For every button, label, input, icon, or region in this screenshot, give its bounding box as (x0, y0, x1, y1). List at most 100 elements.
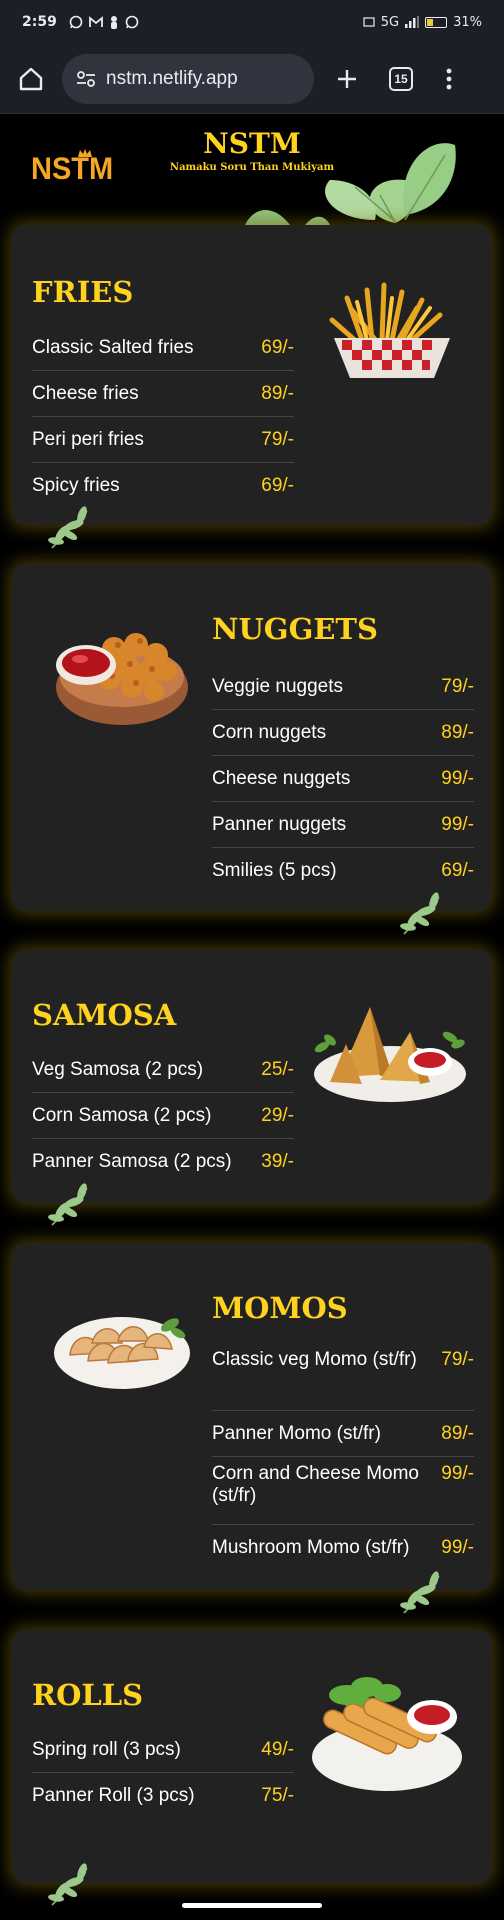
section-title: ROLLS (32, 1678, 144, 1712)
menu-item[interactable]: Peri peri fries 79/- (32, 417, 294, 463)
item-name: Corn Samosa (2 pcs) (32, 1104, 212, 1126)
menu-item[interactable]: Smilies (5 pcs) 69/- (212, 848, 474, 894)
menu-item[interactable]: Mushroom Momo (st/fr) 99/- (212, 1525, 474, 1571)
item-name: Panner nuggets (212, 813, 347, 835)
new-tab-button[interactable] (330, 62, 364, 96)
menu-item[interactable]: Spring roll (3 pcs) 49/- (32, 1727, 294, 1773)
menu-item[interactable]: Corn and Cheese Momo (st/fr) 99/- (212, 1457, 474, 1525)
menu-item[interactable]: Panner Momo (st/fr) 89/- (212, 1411, 474, 1457)
section-title: MOMOS (212, 1291, 348, 1325)
item-price: 99/- (441, 1463, 474, 1484)
item-name: Mushroom Momo (st/fr) (212, 1537, 410, 1558)
menu-item[interactable]: Classic Salted fries 69/- (32, 325, 294, 371)
menu-list: Spring roll (3 pcs) 49/- Panner Roll (3 p… (32, 1727, 294, 1819)
menu-item[interactable]: Corn nuggets 89/- (212, 710, 474, 756)
home-icon (19, 67, 43, 90)
section-title: SAMOSA (32, 998, 177, 1032)
menu-item[interactable]: Panner nuggets 99/- (212, 802, 474, 848)
menu-card-momos: MOMOS Classic veg Momo (st/fr) 79/- Panne… (12, 1243, 492, 1614)
status-bar: 2:59 5G 31% (0, 0, 504, 44)
item-price: 69/- (261, 475, 294, 496)
signal-icon (405, 16, 420, 28)
item-name: Corn and Cheese Momo (st/fr) (212, 1463, 419, 1506)
item-price: 89/- (441, 721, 474, 743)
item-price: 99/- (441, 813, 474, 835)
menu-item[interactable]: Veggie nuggets 79/- (212, 664, 474, 710)
menu-item[interactable]: Panner Roll (3 pcs) 75/- (32, 1773, 294, 1819)
menu-button[interactable] (432, 62, 466, 96)
network-type: 5G (380, 14, 400, 30)
menu-item[interactable]: Panner Samosa (2 pcs) 39/- (32, 1139, 294, 1185)
site-settings-icon[interactable] (76, 70, 96, 88)
system-status: 5G 31% (363, 15, 482, 30)
item-name: Veg Samosa (2 pcs) (32, 1058, 204, 1080)
item-price: 79/- (441, 1349, 474, 1370)
whatsapp-icon (125, 15, 139, 29)
menu-item[interactable]: Classic veg Momo (st/fr) 79/- (212, 1343, 474, 1411)
samosa-image (314, 1007, 466, 1102)
item-name: Spring roll (3 pcs) (32, 1738, 181, 1760)
gmail-icon (88, 16, 103, 27)
leaf-sprig-decoration (48, 1863, 88, 1906)
browser-toolbar: nstm.netlify.app 15 (0, 44, 504, 114)
person-alert-icon (110, 16, 117, 29)
item-name: Peri peri fries (32, 428, 144, 450)
menu-list: Veggie nuggets 79/- Corn nuggets 89/- Chee… (212, 664, 474, 894)
leaf-sprig-decoration (48, 1183, 88, 1226)
item-name: Cheese nuggets (212, 767, 351, 789)
leaf-sprig-decoration (400, 1571, 440, 1614)
spring-rolls-image (312, 1677, 462, 1791)
status-time: 2:59 (22, 14, 57, 30)
momos-image (54, 1317, 190, 1389)
item-price: 99/- (441, 767, 474, 789)
item-price: 75/- (261, 1785, 294, 1806)
section-title: NUGGETS (212, 612, 378, 646)
battery-icon (425, 16, 448, 28)
item-price: 29/- (261, 1104, 294, 1126)
menu-card-samosa: SAMOSA Veg Samosa (2 pcs) 25/- Corn Samos… (12, 950, 492, 1226)
item-name: Corn nuggets (212, 721, 327, 743)
tab-switcher-button[interactable]: 15 (384, 62, 418, 96)
item-price: 69/- (441, 860, 474, 881)
menu-list: Classic veg Momo (st/fr) 79/- Panner Momo… (212, 1343, 474, 1571)
item-price: 79/- (441, 675, 474, 697)
menu-item[interactable]: Veg Samosa (2 pcs) 25/- (32, 1047, 294, 1093)
volte-icon (363, 17, 375, 27)
menu-list: Classic Salted fries 69/- Cheese fries 89/… (32, 325, 294, 509)
leaf-sprig-decoration (400, 892, 440, 935)
item-name: Panner Momo (st/fr) (212, 1422, 381, 1444)
menu-item[interactable]: Corn Samosa (2 pcs) 29/- (32, 1093, 294, 1139)
whatsapp-icon (69, 15, 83, 29)
item-name: Panner Roll (3 pcs) (32, 1785, 195, 1806)
home-button[interactable] (14, 62, 48, 96)
menu-card-rolls: ROLLS Spring roll (3 pcs) 49/- Panner Rol… (12, 1630, 492, 1906)
item-name: Cheese fries (32, 382, 139, 404)
menu-card-fries: FRIES Classic Salted fries 69/- Cheese fr… (12, 225, 492, 549)
item-price: 49/- (261, 1738, 294, 1760)
fries-image (329, 282, 450, 378)
plus-icon (338, 69, 356, 88)
item-price: 89/- (261, 382, 294, 404)
url-text: nstm.netlify.app (106, 67, 238, 89)
more-vert-icon (446, 68, 452, 89)
gesture-home-bar[interactable] (182, 1903, 322, 1908)
site-header: NSTM NSTM Namaku Soru Than Mukiyam (0, 115, 504, 225)
item-price: 25/- (261, 1058, 294, 1080)
leaves-decoration (245, 143, 456, 225)
tab-count: 15 (389, 66, 413, 91)
section-title: FRIES (32, 275, 134, 309)
item-name: Panner Samosa (2 pcs) (32, 1151, 232, 1172)
menu-card-nuggets: NUGGETS Veggie nuggets 79/- Corn nuggets 8… (12, 564, 492, 935)
menu-item[interactable]: Cheese fries 89/- (32, 371, 294, 417)
notification-icons (69, 15, 139, 29)
item-price: 99/- (441, 1537, 474, 1558)
item-name: Smilies (5 pcs) (212, 860, 337, 881)
item-name: Classic Salted fries (32, 336, 194, 358)
item-price: 69/- (261, 336, 294, 358)
nuggets-image (56, 633, 188, 725)
item-price: 39/- (261, 1151, 294, 1172)
address-bar[interactable]: nstm.netlify.app (62, 53, 314, 104)
menu-item[interactable]: Cheese nuggets 99/- (212, 756, 474, 802)
item-name: Spicy fries (32, 475, 120, 496)
leaf-sprig-decoration (48, 506, 88, 549)
